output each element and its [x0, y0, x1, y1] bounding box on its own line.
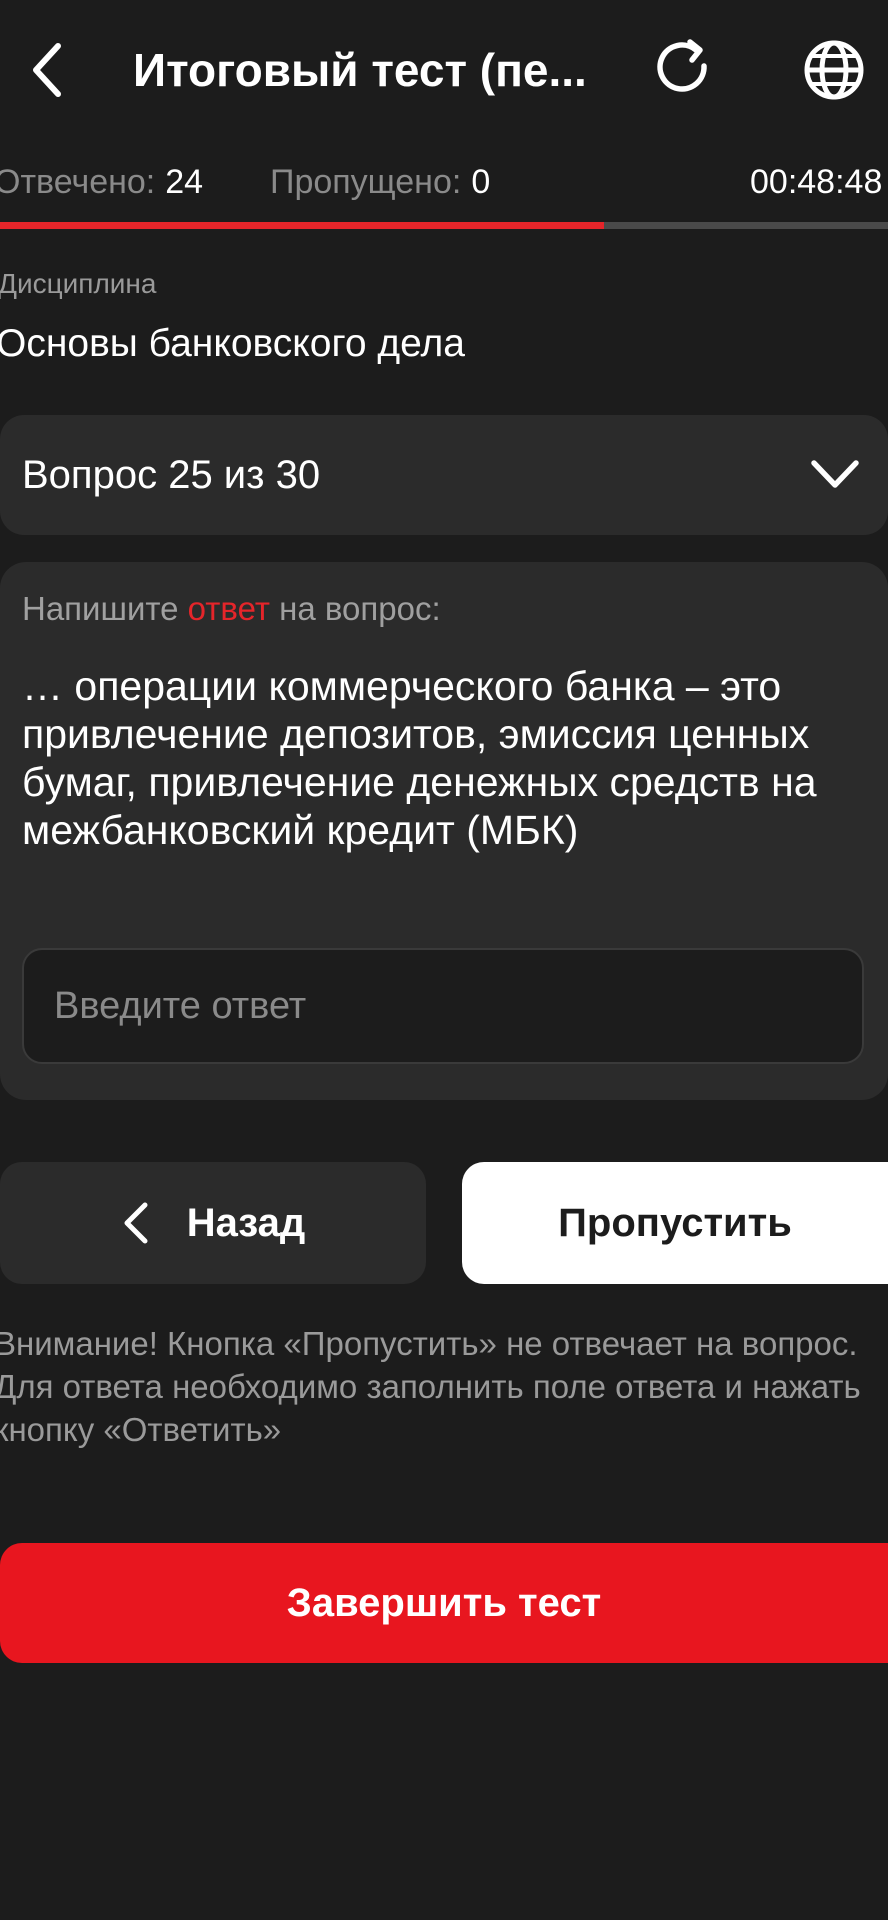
back-nav-label: Назад: [186, 1200, 306, 1245]
back-button[interactable]: [22, 38, 72, 102]
question-card: Напишите ответ на вопрос: … операции ком…: [0, 562, 888, 1100]
answered-counter: Отвечено: 24: [0, 156, 203, 208]
answered-label: Отвечено:: [0, 163, 156, 201]
skipped-value: 0: [471, 163, 491, 201]
skip-button[interactable]: Пропустить: [462, 1162, 888, 1284]
skipped-counter: Пропущено: 0: [270, 156, 490, 208]
skip-button-label: Пропустить: [558, 1200, 792, 1245]
question-prompt: Напишите ответ на вопрос:: [22, 590, 441, 628]
language-button[interactable]: [800, 36, 872, 104]
page-title: Итоговый тест (пе...: [133, 44, 587, 96]
globe-icon: [804, 40, 864, 100]
app-header: Итоговый тест (пе...: [0, 0, 888, 140]
chevron-left-icon: [33, 43, 61, 97]
prompt-text-end: на вопрос:: [269, 590, 441, 627]
question-selector[interactable]: Вопрос 25 из 30: [0, 415, 888, 535]
progress-bar: [0, 222, 888, 229]
answered-value: 24: [165, 163, 204, 201]
answer-input[interactable]: [22, 948, 864, 1064]
progress-bar-fill: [0, 222, 604, 229]
back-nav-button[interactable]: Назад: [0, 1162, 426, 1284]
finish-test-button[interactable]: Завершить тест: [0, 1543, 888, 1663]
refresh-button[interactable]: [652, 36, 716, 100]
discipline-label: Дисциплина: [0, 268, 157, 299]
chevron-left-icon: [124, 1202, 148, 1244]
timer: 00:48:48: [750, 163, 883, 201]
skip-notice: Внимание! Кнопка «Пропустить» не отвечае…: [0, 1325, 861, 1448]
test-stats: Отвечено: 24 Пропущено: 0 00:48:48: [0, 156, 888, 208]
discipline-value: Основы банковского дела: [0, 322, 465, 365]
skipped-label: Пропущено:: [270, 163, 462, 201]
refresh-icon: [657, 39, 707, 92]
question-text: … операции коммерческого банка – это при…: [22, 663, 817, 853]
prompt-text-start: Напишите: [22, 590, 188, 627]
chevron-down-icon: [811, 460, 859, 488]
prompt-accent-word: ответ: [187, 590, 270, 627]
finish-test-label: Завершить тест: [286, 1580, 602, 1625]
question-selector-label: Вопрос 25 из 30: [22, 453, 321, 497]
